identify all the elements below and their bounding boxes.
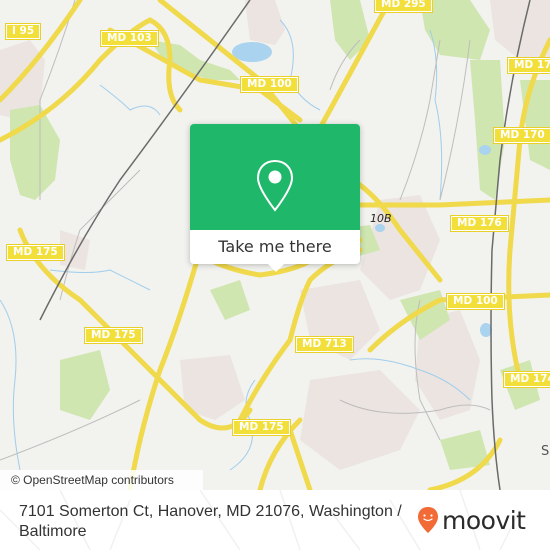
road-label-md170-mid: MD 170 [493, 127, 550, 144]
moovit-logo-text: moovit [442, 505, 526, 535]
popup-pointer [268, 264, 284, 272]
town-label: S [541, 444, 550, 459]
map-view[interactable]: I 95 MD 103 MD 100 MD 295 MD 170 MD 170 … [0, 0, 550, 490]
take-me-there-button[interactable]: Take me there [190, 230, 360, 264]
location-popup: Take me there [190, 124, 360, 272]
road-label-md295: MD 295 [374, 0, 433, 13]
map-pin-icon [256, 159, 294, 212]
address-text: 7101 Somerton Ct, Hanover, MD 21076, Was… [19, 503, 402, 540]
map-attribution[interactable]: © OpenStreetMap contributors [0, 470, 203, 490]
road-label-md170-top: MD 170 [507, 57, 550, 74]
footer: 7101 Somerton Ct, Hanover, MD 21076, Was… [0, 490, 550, 550]
road-label-md174: MD 174 [503, 371, 550, 388]
road-label-md103: MD 103 [100, 30, 159, 47]
road-label-md100-east: MD 100 [446, 293, 505, 310]
road-label-md713: MD 713 [295, 336, 354, 353]
road-label-md100-north: MD 100 [240, 76, 299, 93]
road-label-md175-mid: MD 175 [84, 327, 143, 344]
road-label-md175-west: MD 175 [6, 244, 65, 261]
road-label-md176: MD 176 [450, 215, 509, 232]
road-label-i95: I 95 [4, 23, 42, 40]
popup-header [190, 124, 360, 230]
road-label-md175-south: MD 175 [232, 419, 291, 436]
moovit-pin-icon [418, 507, 438, 533]
exit-label: 10B [370, 212, 392, 225]
moovit-logo[interactable]: moovit [417, 506, 526, 534]
